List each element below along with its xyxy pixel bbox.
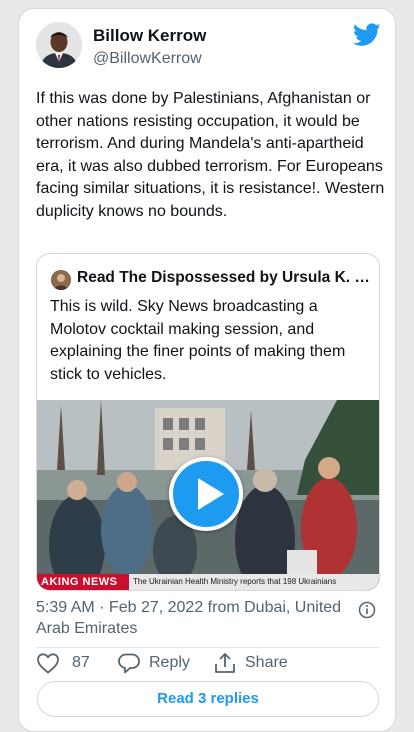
quoted-tweet-text: This is wild. Sky News broadcasting a Mo… xyxy=(50,298,346,383)
author-handle[interactable]: @BillowKerrow xyxy=(93,50,202,68)
news-ribbon-label: AKING NEWS xyxy=(37,574,129,590)
video-thumbnail[interactable]: AKING NEWS The Ukrainian Health Ministry… xyxy=(37,400,379,590)
author-display-name[interactable]: Billow Kerrow xyxy=(93,26,206,46)
read-replies-button[interactable]: Read 3 replies xyxy=(37,681,379,717)
share-label: Share xyxy=(245,654,288,671)
tweet-timestamp[interactable]: 5:39 AM · Feb 27, 2022 from Dubai, Unite… xyxy=(36,597,346,639)
twitter-bird-icon[interactable] xyxy=(353,23,381,47)
share-icon xyxy=(215,653,235,673)
news-ribbon-headline: The Ukrainian Health Ministry reports th… xyxy=(133,577,337,586)
info-icon[interactable] xyxy=(358,601,376,619)
like-count: 87 xyxy=(72,654,90,671)
news-ribbon: AKING NEWS The Ukrainian Health Ministry… xyxy=(37,574,379,590)
share-button[interactable]: Share xyxy=(213,649,288,677)
quoted-tweet[interactable]: Read The Dispossessed by Ursula K. L... … xyxy=(36,253,380,591)
tweet-card: Billow Kerrow @BillowKerrow If this was … xyxy=(18,8,396,732)
quoted-author-avatar xyxy=(51,270,71,290)
reply-label: Reply xyxy=(149,654,190,671)
play-icon[interactable] xyxy=(169,457,243,531)
reply-button[interactable]: Reply xyxy=(117,649,190,677)
like-button[interactable]: 87 xyxy=(36,649,90,677)
tweet-text: If this was done by Palestinians, Afghan… xyxy=(36,90,385,220)
quoted-author-name: Read The Dispossessed by Ursula K. L... xyxy=(77,269,372,286)
author-avatar[interactable] xyxy=(36,22,82,68)
reply-bubble-icon xyxy=(118,653,140,674)
heart-icon xyxy=(37,653,59,674)
divider xyxy=(36,647,380,648)
